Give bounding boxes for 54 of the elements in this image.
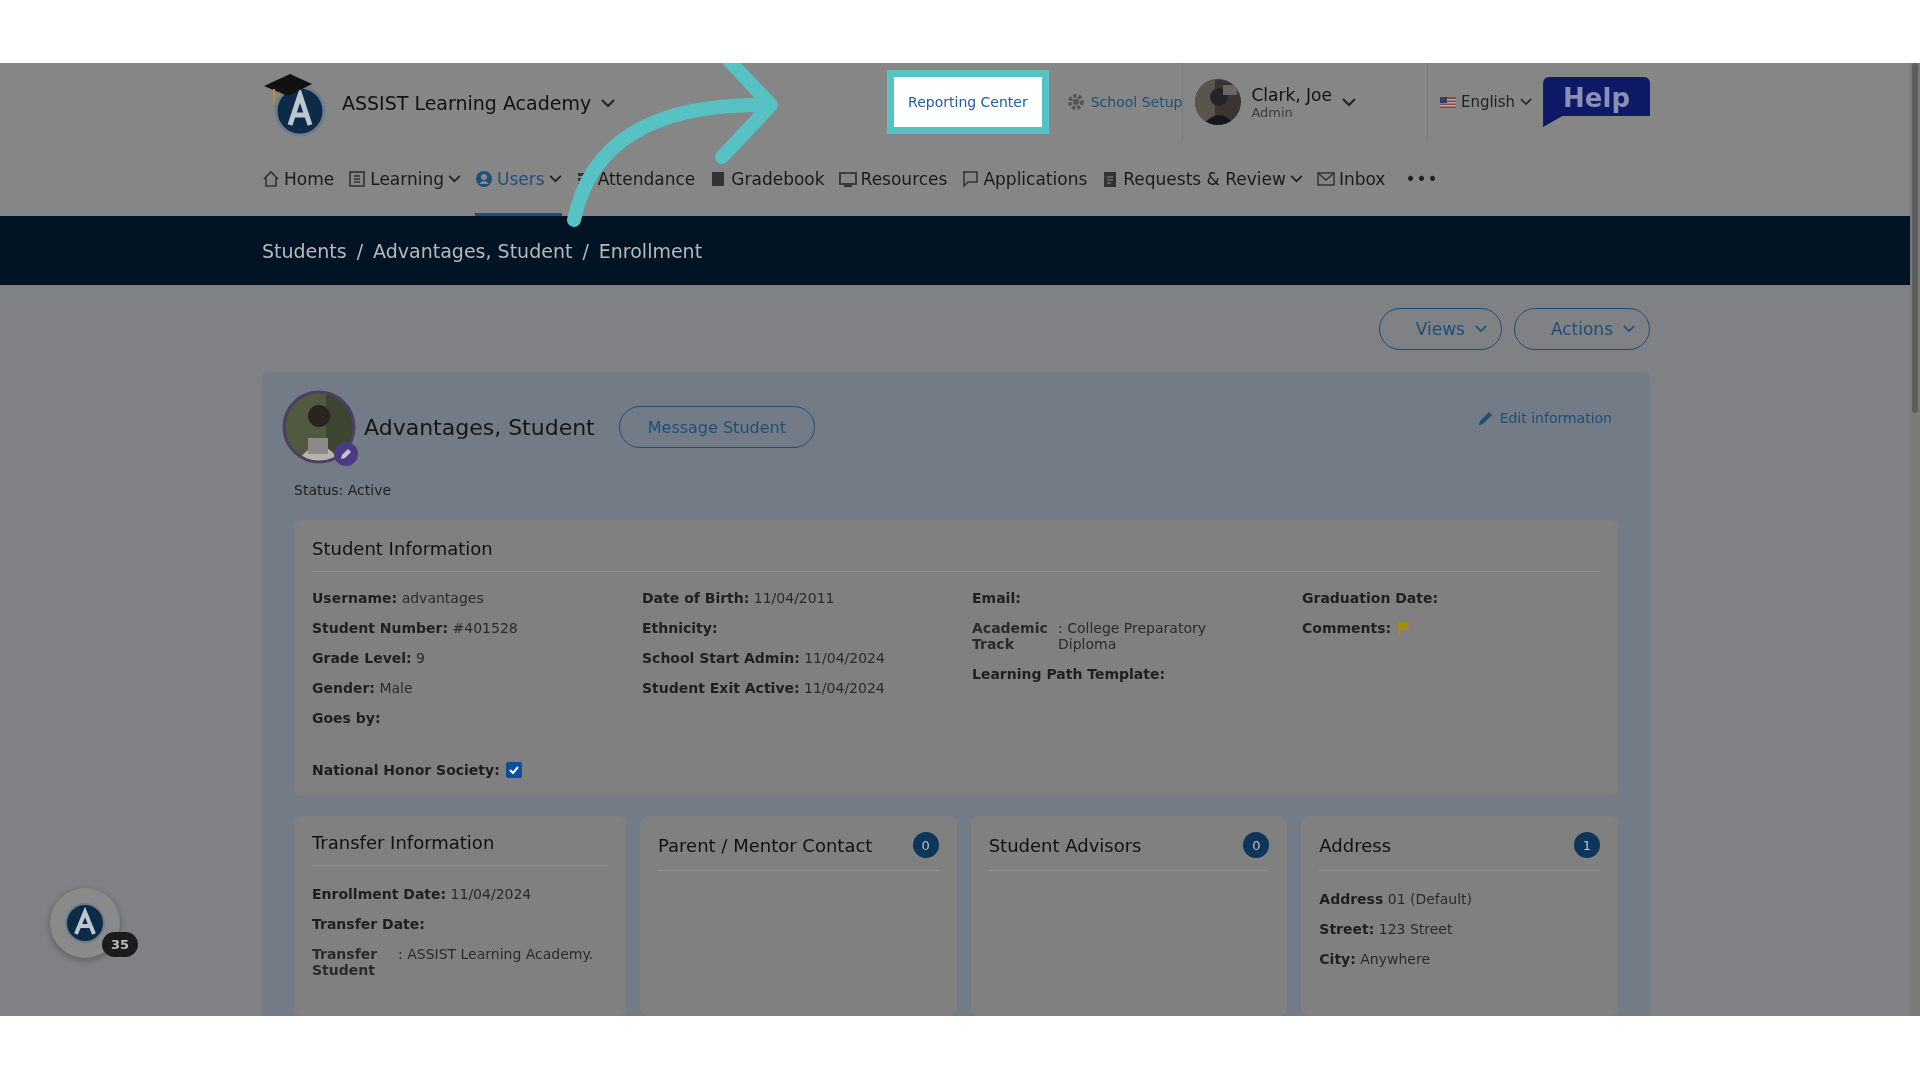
panel-title: Address (1319, 834, 1391, 856)
language-selector[interactable]: English (1460, 93, 1516, 111)
nav-tab[interactable]: Requests & Review (1101, 141, 1303, 216)
panel-title: Student Information (312, 538, 1600, 572)
nav-tab[interactable]: Resources (838, 141, 948, 216)
user-name[interactable]: Clark, Joe (1251, 84, 1332, 105)
count-badge: 1 (1574, 832, 1600, 858)
field-text: Address 01 (Default) (1319, 891, 1473, 907)
school-name[interactable]: ASSIST Learning Academy (342, 92, 592, 114)
field-value: : ASSIST Learning Academy. (398, 946, 595, 962)
user-role: Admin (1251, 104, 1294, 120)
field-text: Enrollment Date: 11/04/2024 (312, 886, 532, 902)
nav-tab[interactable]: Inbox (1316, 141, 1386, 216)
breadcrumb-link[interactable]: Advantages, Student (373, 239, 573, 262)
nav-tab[interactable]: Home (262, 141, 335, 216)
field-text: Email: (972, 590, 1021, 606)
field-text: Gender: Male (312, 680, 413, 696)
field-text: Transfer Date: (312, 916, 425, 932)
field-text: Grade Level: 9 (312, 650, 426, 666)
panel-title: Parent / Mentor Contact (658, 834, 873, 856)
field-text: Learning Path Template: (972, 666, 1166, 682)
nav-tab[interactable]: Learning (348, 141, 461, 216)
field-label: Transfer Student (312, 946, 379, 978)
count-badge: 0 (1243, 832, 1270, 858)
count-badge: 0 (912, 832, 939, 858)
more-menu-icon[interactable]: ••• (1405, 168, 1439, 189)
top-link[interactable]: School Setup (1090, 94, 1183, 110)
field-text: Goes by: (312, 710, 381, 726)
breadcrumb-separator: / (582, 239, 589, 262)
field-text: Graduation Date: (1302, 590, 1439, 606)
field-text: Username: advantages (312, 590, 484, 606)
field-text: School Start Admin: 11/04/2024 (642, 650, 885, 666)
field-text: Student Number: #401528 (312, 620, 518, 636)
field-text: Ethnicity: (642, 620, 718, 636)
breadcrumb-link[interactable]: Students (262, 239, 347, 262)
field-text: Student Exit Active: 11/04/2024 (642, 680, 885, 696)
nav-tab[interactable]: Gradebook (709, 141, 825, 216)
field-text: Date of Birth: 11/04/2011 (642, 590, 835, 606)
field-text: Street: 123 Street (1319, 921, 1453, 937)
panel-title: Student Advisors (988, 834, 1142, 856)
breadcrumb-separator: / (356, 239, 364, 262)
nav-tab[interactable]: Applications (961, 141, 1088, 216)
highlighted-link[interactable]: Reporting Center (908, 94, 1028, 110)
field-text: Comments: (1302, 620, 1392, 636)
help-button[interactable]: Help (1543, 77, 1650, 127)
field-label: National Honor Society: (312, 762, 500, 778)
field-text: City: Anywhere (1319, 951, 1430, 967)
student-name: Advantages, Student (364, 414, 595, 440)
notification-badge: 35 (102, 932, 139, 957)
breadcrumb-current: Enrollment (598, 239, 703, 262)
field-value: : College Preparatory Diploma (1058, 620, 1207, 652)
field-label: Academic Track (972, 620, 1049, 652)
status-text: Status: Active (294, 482, 393, 498)
panel-title: Transfer Information (312, 832, 495, 853)
